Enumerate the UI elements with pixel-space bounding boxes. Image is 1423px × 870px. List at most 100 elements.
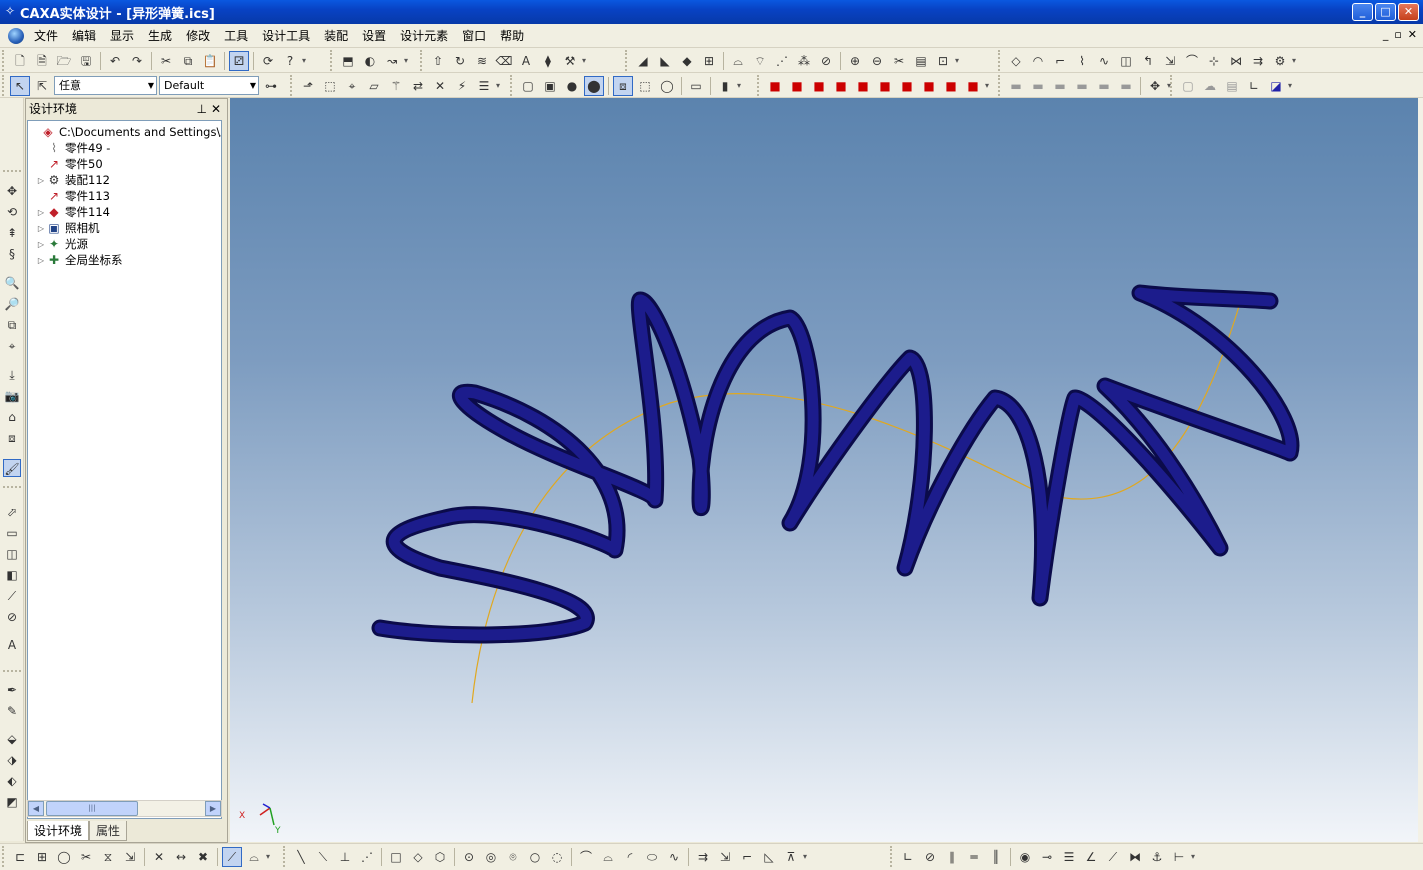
view-back-icon[interactable]: ■ [787,76,807,96]
toolbar-overflow-chevron[interactable]: ▾ [404,56,412,65]
view-dimetric-icon[interactable]: ■ [919,76,939,96]
menu-modify[interactable]: 修改 [179,28,217,44]
sketch-circle-tan-icon[interactable]: ○ [525,847,545,867]
select-pointer-icon[interactable]: ↖ [10,75,30,96]
constraint-parallel-icon[interactable]: ∥ [942,847,962,867]
layer-icon[interactable]: ☰ [474,76,494,96]
tree-item[interactable]: ▷ ◆ 零件114 [36,204,110,220]
pattern-icon[interactable]: ⁂ [794,51,814,71]
axes-corner-icon[interactable]: ∟ [1244,76,1264,96]
sketch-arc-3pt-icon[interactable]: ⌒ [576,847,596,867]
frame-icon[interactable]: ▭ [686,76,706,96]
intersect-curve-icon[interactable]: ⋈ [1226,51,1246,71]
constraint-horizontal-icon[interactable]: ═ [964,847,984,867]
document-globe-icon[interactable] [8,28,24,44]
toolbar-overflow-chevron[interactable]: ▾ [582,56,590,65]
sketch-tangent-line-icon[interactable]: ⟍ [313,847,333,867]
sketch-cross-icon[interactable]: ✕ [149,847,169,867]
variable-spring-solid[interactable] [371,284,1300,644]
menu-generate[interactable]: 生成 [141,28,179,44]
sketch-dim-icon[interactable]: ↔ [171,847,191,867]
sketch-ellipse-icon[interactable]: ⬭ [642,847,662,867]
zoom-icon[interactable]: 🔍 [3,274,21,292]
menu-tools[interactable]: 工具 [217,28,255,44]
face-draft-icon[interactable]: ◢ [633,51,653,71]
orbit-icon[interactable]: ⟲ [3,203,21,221]
scissors-icon[interactable]: ✂ [889,51,909,71]
doc-minimize-button[interactable]: _ [1383,29,1389,41]
sketch-arc-tan-icon[interactable]: ⌓ [598,847,618,867]
sketch-circle-3pt-icon[interactable]: ⌾ [503,847,523,867]
text-icon[interactable]: A [516,51,536,71]
menu-edit[interactable]: 编辑 [65,28,103,44]
sketch-hexagon-icon[interactable]: ⬡ [430,847,450,867]
pin-icon[interactable]: ⊥ [197,99,207,119]
smooth-shading-icon[interactable]: ● [562,76,582,96]
eraser-icon[interactable]: ⌫ [494,51,514,71]
roll-icon[interactable]: § [3,245,21,263]
doc-close-button[interactable]: ✕ [1408,29,1417,41]
tree-item[interactable]: ▷ ⚙ 装配112 [36,172,110,188]
viewport-scrollbar[interactable] [1418,98,1423,842]
hammer-icon[interactable]: ⚒ [560,51,580,71]
tree-expander-icon[interactable]: ▷ [36,176,46,185]
sweep-icon[interactable]: ↝ [382,51,402,71]
tree-item[interactable]: ▷ ✦ 光源 [36,236,88,252]
new-drawing-icon[interactable]: 🗎 [32,51,52,71]
save-icon[interactable]: 🖫 [76,51,96,71]
copy-icon[interactable]: ⧉ [178,51,198,71]
sketch-grid-icon[interactable]: ⊞ [32,847,52,867]
menu-display[interactable]: 显示 [103,28,141,44]
sketch-arc-center-icon[interactable]: ◜ [620,847,640,867]
camera-disabled-icon[interactable]: ⌂ [3,408,21,426]
constraint-fix-icon[interactable]: ⚓ [1147,847,1167,867]
spring-guide-curve[interactable] [471,302,1241,704]
visibility-icon-2[interactable]: ▬ [1028,76,1048,96]
style-select[interactable]: Default ▼ [159,76,259,95]
visibility-icon-1[interactable]: ▬ [1006,76,1026,96]
pan-icon[interactable]: ✥ [3,182,21,200]
3d-design-viewport[interactable]: X Y [230,98,1418,842]
surface-icon[interactable]: ◫ [1116,51,1136,71]
solid-select-icon[interactable]: ◧ [3,566,21,584]
view-front-icon[interactable]: ■ [765,76,785,96]
constraint-perpendicular-icon[interactable]: ∟ [898,847,918,867]
visibility-icon-3[interactable]: ▬ [1050,76,1070,96]
project-icon[interactable]: ⇲ [1160,51,1180,71]
selection-filter-select[interactable]: 任意 ▼ [54,76,157,95]
menu-help[interactable]: 帮助 [493,28,531,44]
mirror-icon[interactable]: ⧫ [538,51,558,71]
view-custom-icon[interactable]: ■ [963,76,983,96]
sketch-move-icon[interactable]: ⇲ [120,847,140,867]
disabled-tool-4-icon[interactable]: ◩ [3,793,21,811]
tree-expander-icon[interactable]: ▷ [36,256,46,265]
dropper-icon[interactable]: ✒ [3,681,21,699]
tree-item[interactable]: ▷ ✚ 全局坐标系 [36,252,123,268]
view-top-icon[interactable]: ■ [853,76,873,96]
sketch-perp-line-icon[interactable]: ⊥ [335,847,355,867]
tree-item[interactable]: ↗ 零件50 [36,156,103,172]
menu-window[interactable]: 窗口 [455,28,493,44]
camera-link-icon[interactable]: ⧈ [3,429,21,447]
tab-design-environment[interactable]: 设计环境 [27,821,90,841]
toolbar-overflow-chevron[interactable]: ▾ [1288,81,1296,90]
text-tool-icon[interactable]: A [3,636,21,654]
sketch-mirror-icon[interactable]: ⧖ [98,847,118,867]
menu-settings[interactable]: 设置 [355,28,393,44]
doc-restore-button[interactable]: ▫ [1394,29,1401,41]
new-document-icon[interactable]: 🗋 [10,51,30,71]
boolean-union-icon[interactable]: ⊕ [845,51,865,71]
polyline-icon[interactable]: ⌐ [1050,51,1070,71]
zoom-fit-icon[interactable]: ⧉ [3,316,21,334]
panel-close-icon[interactable]: ✕ [211,99,221,119]
maximize-button[interactable]: □ [1375,3,1396,21]
visibility-icon-6[interactable]: ▬ [1116,76,1136,96]
disabled-tool-2-icon[interactable]: ⬗ [3,751,21,769]
face-select-icon[interactable]: ◫ [3,545,21,563]
tree-expander-icon[interactable]: ▷ [36,240,46,249]
dropper-disabled-icon[interactable]: ✎ [3,702,21,720]
tree-root-item[interactable]: ◈ C:\Documents and Settings\Admini [30,124,221,140]
tree-item[interactable]: ▷ ▣ 照相机 [36,220,100,236]
constraint-symmetric-icon[interactable]: ⧓ [1125,847,1145,867]
3d-grid-icon[interactable]: ⬚ [320,76,340,96]
